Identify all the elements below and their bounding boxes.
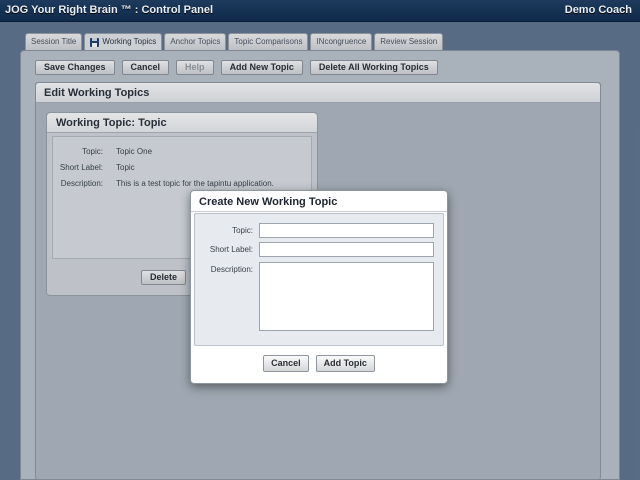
create-topic-dialog: Create New Working Topic Topic: Short La… xyxy=(190,190,448,384)
add-topic-button[interactable]: Add Topic xyxy=(315,355,375,372)
topic-label: Topic: xyxy=(232,226,253,235)
description-label: Description: xyxy=(210,265,253,274)
dialog-form: Topic: Short Label: Description: xyxy=(194,213,444,346)
short-label-label: Short Label: xyxy=(209,245,253,254)
dialog-title: Create New Working Topic xyxy=(191,191,447,212)
user-name: Demo Coach xyxy=(564,4,632,16)
description-textarea[interactable] xyxy=(259,262,434,331)
dialog-actions: Cancel Add Topic xyxy=(191,355,447,372)
app-title-bar: JOG Your Right Brain ™ : Control Panel D… xyxy=(0,0,640,22)
dialog-cancel-button[interactable]: Cancel xyxy=(263,355,309,372)
short-label-input[interactable] xyxy=(259,242,434,257)
topic-input[interactable] xyxy=(259,223,434,238)
app-title: JOG Your Right Brain ™ : Control Panel xyxy=(5,4,213,16)
